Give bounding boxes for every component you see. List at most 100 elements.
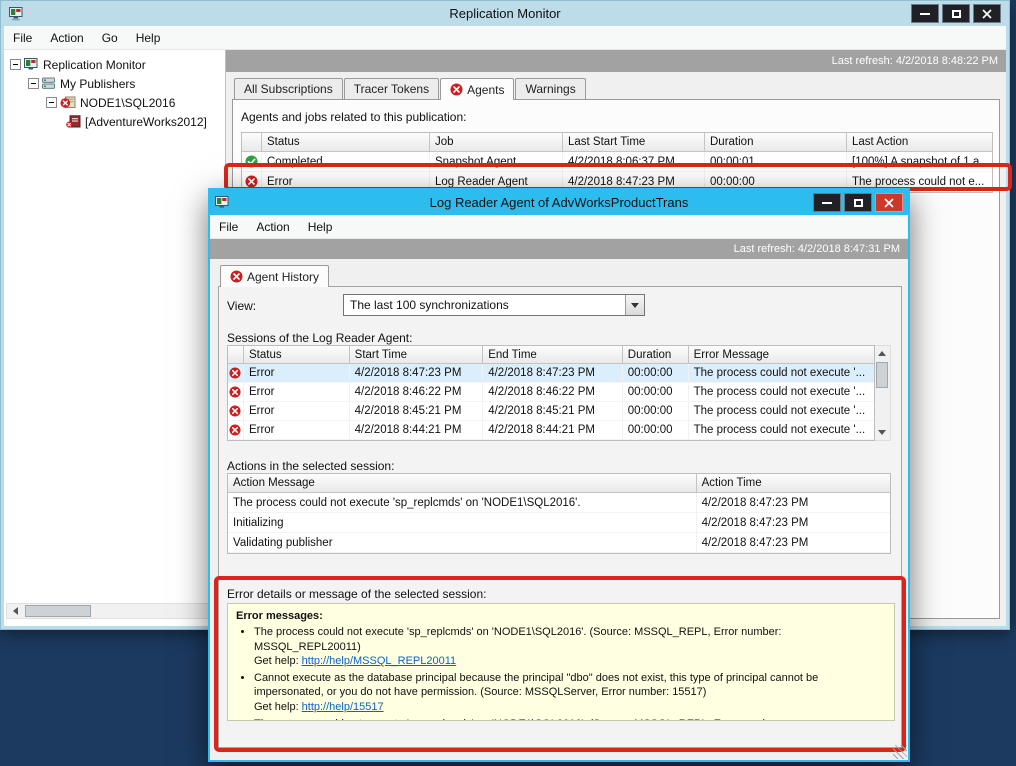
error-message-text: The process could not execute 'sp_replcm… [254, 626, 781, 652]
maximize-button[interactable] [942, 4, 970, 23]
status-cell: Error [244, 421, 350, 439]
status-cell-icon [242, 152, 262, 171]
tab-strip: Agent History [220, 265, 330, 286]
tab-tracer-tokens[interactable]: Tracer Tokens [344, 78, 439, 99]
end-time-cell: 4/2/2018 8:47:23 PM [483, 364, 623, 382]
menu-help[interactable]: Help [127, 26, 170, 49]
tab-all-subscriptions[interactable]: All Subscriptions [234, 78, 343, 99]
error-icon [229, 386, 241, 398]
collapse-toggle-icon[interactable] [28, 78, 39, 89]
tree-item-replication-monitor[interactable]: Replication Monitor [4, 55, 225, 74]
view-dropdown[interactable]: The last 100 synchronizations [343, 294, 645, 316]
start-time-cell: 4/2/2018 8:46:22 PM [350, 383, 484, 401]
duration-cell: 00:00:00 [623, 402, 689, 420]
status-cell: Error [244, 364, 350, 382]
help-link[interactable]: http://help/MSSQL_REPL20011 [302, 655, 457, 667]
header-end-time[interactable]: End Time [483, 346, 623, 363]
error-message-cell: The process could not execute '... [689, 383, 874, 401]
actions-table: Action Message Action Time The process c… [227, 473, 891, 554]
scroll-down-button[interactable] [875, 425, 889, 440]
collapse-toggle-icon[interactable] [46, 97, 57, 108]
session-row[interactable]: Error 4/2/2018 8:46:22 PM 4/2/2018 8:46:… [228, 383, 874, 402]
replication-monitor-app-icon [215, 196, 230, 210]
error-details-label: Error details or message of the selected… [227, 587, 486, 601]
vertical-scrollbar[interactable] [875, 345, 891, 441]
header-start-time[interactable]: Start Time [350, 346, 484, 363]
tab-warnings[interactable]: Warnings [515, 78, 585, 99]
header-last-start-time[interactable]: Last Start Time [563, 133, 705, 151]
horizontal-scrollbar[interactable] [6, 603, 221, 619]
end-time-cell: 4/2/2018 8:46:22 PM [483, 383, 623, 401]
start-time-cell: 4/2/2018 8:44:21 PM [350, 421, 484, 439]
end-time-cell: 4/2/2018 8:44:21 PM [483, 421, 623, 439]
status-cell: Completed [262, 152, 430, 171]
resize-grip[interactable] [893, 745, 907, 759]
status-cell-icon [228, 402, 244, 420]
dialog-title: Log Reader Agent of AdvWorksProductTrans [210, 195, 908, 210]
action-time-cell: 4/2/2018 8:47:23 PM [697, 493, 890, 512]
menu-go[interactable]: Go [93, 26, 127, 49]
table-row-snapshot-agent[interactable]: Completed Snapshot Agent 4/2/2018 8:06:3… [242, 152, 992, 172]
action-row[interactable]: Initializing 4/2/2018 8:47:23 PM [228, 513, 890, 533]
tab-agents[interactable]: Agents [440, 78, 514, 100]
status-cell: Error [244, 383, 350, 401]
error-message-cell: The process could not execute '... [689, 402, 874, 420]
close-button[interactable] [973, 4, 1001, 23]
minimize-button[interactable] [911, 4, 939, 23]
collapse-toggle-icon[interactable] [10, 59, 21, 70]
session-row[interactable]: Error 4/2/2018 8:45:21 PM 4/2/2018 8:45:… [228, 402, 874, 421]
scrollbar-thumb[interactable] [25, 605, 91, 617]
action-message-cell: Initializing [228, 513, 697, 532]
sessions-label: Sessions of the Log Reader Agent: [227, 331, 412, 345]
dialog-titlebar: Log Reader Agent of AdvWorksProductTrans [210, 190, 908, 215]
header-duration[interactable]: Duration [705, 133, 847, 151]
tab-label: Tracer Tokens [354, 82, 429, 96]
header-status[interactable]: Status [244, 346, 350, 363]
status-cell-icon [228, 383, 244, 401]
duration-cell: 00:00:00 [623, 383, 689, 401]
tree-item-node1-sql2016[interactable]: NODE1\SQL2016 [4, 93, 225, 112]
help-link[interactable]: http://help/15517 [302, 701, 384, 713]
action-row[interactable]: Validating publisher 4/2/2018 8:47:23 PM [228, 533, 890, 553]
header-last-action[interactable]: Last Action [847, 133, 992, 151]
error-icon [230, 270, 243, 283]
scrollbar-thumb[interactable] [876, 362, 888, 388]
menu-file[interactable]: File [4, 26, 41, 49]
header-duration[interactable]: Duration [623, 346, 689, 363]
chevron-down-icon[interactable] [625, 295, 644, 315]
header-job[interactable]: Job [430, 133, 563, 151]
header-action-message[interactable]: Action Message [228, 474, 697, 492]
arrow-down-icon [878, 430, 886, 439]
maximize-button[interactable] [844, 193, 872, 212]
header-status[interactable]: Status [262, 133, 430, 151]
action-row[interactable]: The process could not execute 'sp_replcm… [228, 493, 890, 513]
menu-help[interactable]: Help [299, 215, 342, 238]
minimize-icon [822, 202, 832, 204]
header-error-message[interactable]: Error Message [689, 346, 874, 363]
success-icon [245, 155, 258, 168]
tab-agent-history[interactable]: Agent History [220, 265, 329, 287]
tree-item-adventureworks2012[interactable]: [AdventureWorks2012] [4, 112, 225, 131]
error-message-cell: The process could not execute '... [689, 364, 874, 382]
close-icon [884, 198, 894, 208]
session-row[interactable]: Error 4/2/2018 8:44:21 PM 4/2/2018 8:44:… [228, 421, 874, 440]
arrow-up-icon [878, 347, 886, 356]
menu-action[interactable]: Action [247, 215, 298, 238]
menu-action[interactable]: Action [41, 26, 92, 49]
session-row[interactable]: Error 4/2/2018 8:47:23 PM 4/2/2018 8:47:… [228, 364, 874, 383]
end-time-cell: 4/2/2018 8:45:21 PM [483, 402, 623, 420]
error-icon [229, 424, 241, 436]
header-status-icon[interactable] [228, 346, 244, 363]
header-status-icon[interactable] [242, 133, 262, 151]
header-action-time[interactable]: Action Time [697, 474, 890, 492]
menu-file[interactable]: File [210, 215, 247, 238]
tree-item-my-publishers[interactable]: My Publishers [4, 74, 225, 93]
scroll-left-button[interactable] [8, 604, 23, 618]
sessions-table: Status Start Time End Time Duration Erro… [227, 345, 875, 441]
agent-history-page: View: The last 100 synchronizations Sess… [218, 286, 902, 748]
minimize-button[interactable] [813, 193, 841, 212]
error-messages-list: The process could not execute 'sp_replcm… [254, 625, 884, 721]
last-action-cell: [100%] A snapshot of 1 a... [847, 152, 992, 171]
close-button[interactable] [875, 193, 903, 212]
scroll-up-button[interactable] [875, 346, 889, 361]
